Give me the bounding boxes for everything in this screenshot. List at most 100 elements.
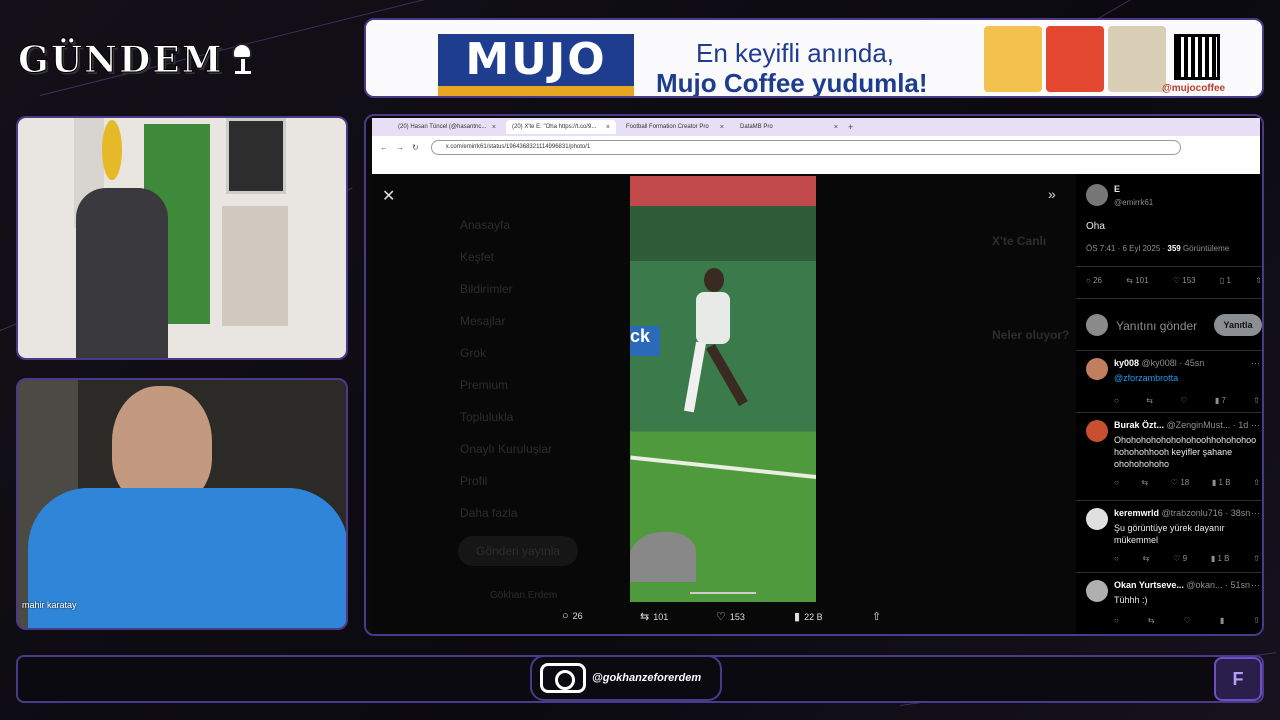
views-action[interactable]: ▮ 22 B bbox=[794, 610, 823, 623]
share-icon[interactable]: ⇧ bbox=[1253, 616, 1260, 625]
url-field[interactable]: x.com/emirrk61/status/196436832111499683… bbox=[430, 139, 1181, 155]
views-icon[interactable]: ▮ 1 B bbox=[1212, 478, 1231, 487]
tab-datamb[interactable]: DataMB Pro × bbox=[734, 120, 844, 134]
list-item[interactable]: Okan Yurtseve... @okan... · 51sn ··· Tüh… bbox=[1076, 580, 1262, 634]
heart-icon[interactable]: ♡ 9 bbox=[1173, 554, 1187, 563]
comment-name: keremwrld bbox=[1114, 508, 1160, 518]
stream-overlay: GÜNDEM MUJO En keyifli anında, Mujo Coff… bbox=[0, 0, 1280, 720]
tab-bar: (20) Hasan Tüncel (@hasantnc... × (20) X'… bbox=[372, 118, 1260, 136]
post-stats: ○ 26 ⇆ 101 ♡ 153 ▯ 1 ⇧ bbox=[1086, 276, 1262, 285]
x-menu-anasayfa: Anasayfa bbox=[460, 218, 511, 232]
close-icon[interactable]: × bbox=[720, 124, 724, 131]
share-icon[interactable]: ⇧ bbox=[1255, 276, 1262, 285]
more-icon[interactable]: ··· bbox=[1251, 420, 1260, 430]
x-right-title: X'te Canlı bbox=[992, 234, 1047, 248]
repost-icon[interactable]: ⇆ bbox=[1146, 396, 1153, 405]
share-action[interactable]: ⇧ bbox=[872, 610, 881, 623]
heart-icon[interactable]: ♡ bbox=[1180, 396, 1187, 405]
qr-code bbox=[1174, 34, 1220, 80]
like-action[interactable]: ♡ 153 bbox=[716, 610, 745, 623]
reply-count: 26 bbox=[572, 611, 583, 621]
share-icon[interactable]: ⇧ bbox=[1253, 396, 1260, 405]
comment-author: keremwrld @trabzonlu716 · 38sn bbox=[1114, 508, 1250, 518]
divider bbox=[1076, 298, 1262, 299]
tab-x-post[interactable]: (20) X'te E: "Oha https://t.co/9... × bbox=[506, 120, 616, 134]
close-icon[interactable]: ✕ bbox=[382, 186, 395, 206]
reload-icon[interactable]: ↻ bbox=[412, 143, 419, 152]
like-button[interactable]: ♡ 153 bbox=[1173, 276, 1196, 285]
comment-author: Okan Yurtseve... @okan... · 51sn bbox=[1114, 580, 1250, 590]
back-icon[interactable]: ← bbox=[380, 143, 388, 152]
list-item[interactable]: Burak Özt... @ZenginMust... · 1d ··· Oho… bbox=[1076, 420, 1262, 500]
heart-icon[interactable]: ♡ 18 bbox=[1171, 478, 1189, 487]
bookmark-button[interactable]: ▯ 1 bbox=[1220, 276, 1231, 285]
video-player[interactable]: ck bbox=[630, 176, 816, 602]
tab-title: DataMB Pro bbox=[740, 124, 773, 130]
share-icon[interactable]: ⇧ bbox=[1253, 478, 1260, 487]
comment-body: Ohohohohohohohohoohhohohohoo hohohohhooh… bbox=[1114, 435, 1257, 469]
heart-icon[interactable]: ♡ bbox=[1184, 616, 1191, 625]
stadium-board: ck bbox=[630, 326, 660, 356]
show-logo: GÜNDEM bbox=[18, 38, 348, 82]
repost-icon[interactable]: ⇆ bbox=[1148, 616, 1155, 625]
reply-input[interactable]: Yanıtını gönder bbox=[1116, 319, 1197, 333]
author-name[interactable]: E bbox=[1114, 184, 1120, 194]
tab-hasan[interactable]: (20) Hasan Tüncel (@hasantnc... × bbox=[392, 120, 502, 134]
more-icon[interactable]: ··· bbox=[1251, 358, 1260, 368]
repost-icon[interactable]: ⇆ bbox=[1143, 554, 1150, 563]
repost-icon[interactable]: ⇆ bbox=[1142, 478, 1149, 487]
x-right-trends-title: Neler oluyor? bbox=[992, 328, 1070, 342]
tab-title: (20) X'te E: "Oha https://t.co/9... bbox=[512, 124, 597, 130]
list-item[interactable]: keremwrld @trabzonlu716 · 38sn ··· Şu gö… bbox=[1076, 508, 1262, 572]
close-icon[interactable]: × bbox=[606, 124, 610, 131]
product-pack-image bbox=[1046, 26, 1104, 92]
heart-icon: ♡ bbox=[716, 611, 726, 623]
author-handle[interactable]: @emirrk61 bbox=[1114, 198, 1153, 207]
comment-avatar[interactable] bbox=[1086, 358, 1108, 380]
close-icon[interactable]: × bbox=[492, 124, 496, 131]
new-tab-icon[interactable]: + bbox=[848, 122, 853, 132]
guest-name-label: mahir karatay bbox=[22, 600, 77, 610]
comment-avatar[interactable] bbox=[1086, 420, 1108, 442]
comment-meta: @okan... · 51sn bbox=[1186, 580, 1251, 590]
x-profile-name: Gökhan Erdem bbox=[490, 590, 558, 601]
reply-button[interactable]: ○ 26 bbox=[1086, 276, 1102, 285]
share-icon[interactable]: ⇧ bbox=[1253, 554, 1260, 563]
comment-body: Tühhh :) bbox=[1114, 595, 1148, 605]
sponsor-logo: MUJO bbox=[438, 34, 634, 86]
reply-icon[interactable]: ○ bbox=[1114, 478, 1119, 487]
post-meta: ÖS 7:41 · 6 Eyl 2025 · 359 Görüntüleme bbox=[1086, 244, 1229, 253]
expand-icon[interactable]: » bbox=[1048, 186, 1056, 202]
reply-icon[interactable]: ○ bbox=[1114, 396, 1119, 405]
divider bbox=[1076, 266, 1262, 267]
repost-action[interactable]: ⇆ 101 bbox=[640, 610, 668, 623]
views-count: 1 B bbox=[1217, 554, 1230, 563]
more-icon[interactable]: ··· bbox=[1251, 508, 1260, 518]
instagram-badge: @gokhanzeforerdem bbox=[530, 655, 722, 701]
reply-icon[interactable]: ○ bbox=[1114, 616, 1119, 625]
more-icon[interactable]: ··· bbox=[1251, 580, 1260, 590]
views-icon[interactable]: ▮ 7 bbox=[1215, 396, 1226, 405]
close-icon[interactable]: × bbox=[834, 124, 838, 131]
comment-name: Burak Özt... bbox=[1114, 420, 1165, 430]
share-icon: ⇧ bbox=[872, 611, 882, 623]
list-item[interactable]: ky008 @ky008l · 45sn ··· @zforzambrotta … bbox=[1076, 358, 1262, 414]
comment-avatar[interactable] bbox=[1086, 508, 1108, 530]
comment-name: ky008 bbox=[1114, 358, 1140, 368]
repost-button[interactable]: ⇆ 101 bbox=[1126, 276, 1148, 285]
comment-avatar[interactable] bbox=[1086, 580, 1108, 602]
views-count: 7 bbox=[1221, 396, 1226, 405]
tab-formation[interactable]: Football Formation Creator Pro × bbox=[620, 120, 730, 134]
views-icon: ▮ bbox=[794, 611, 801, 623]
reply-action[interactable]: ○ 26 bbox=[562, 610, 583, 622]
author-avatar[interactable] bbox=[1086, 184, 1108, 206]
reply-icon[interactable]: ○ bbox=[1114, 554, 1119, 563]
reply-submit-button[interactable]: Yanıtla bbox=[1214, 314, 1262, 336]
x-menu-onayli: Onaylı Kuruluşlar bbox=[460, 442, 553, 456]
views-icon[interactable]: ▮ bbox=[1220, 616, 1224, 625]
views-icon[interactable]: ▮ 1 B bbox=[1211, 554, 1230, 563]
tactics-board bbox=[226, 118, 286, 194]
forward-icon[interactable]: → bbox=[396, 143, 404, 152]
x-menu-kesfet: Keşfet bbox=[460, 250, 495, 264]
video-scrubber[interactable] bbox=[690, 592, 756, 594]
